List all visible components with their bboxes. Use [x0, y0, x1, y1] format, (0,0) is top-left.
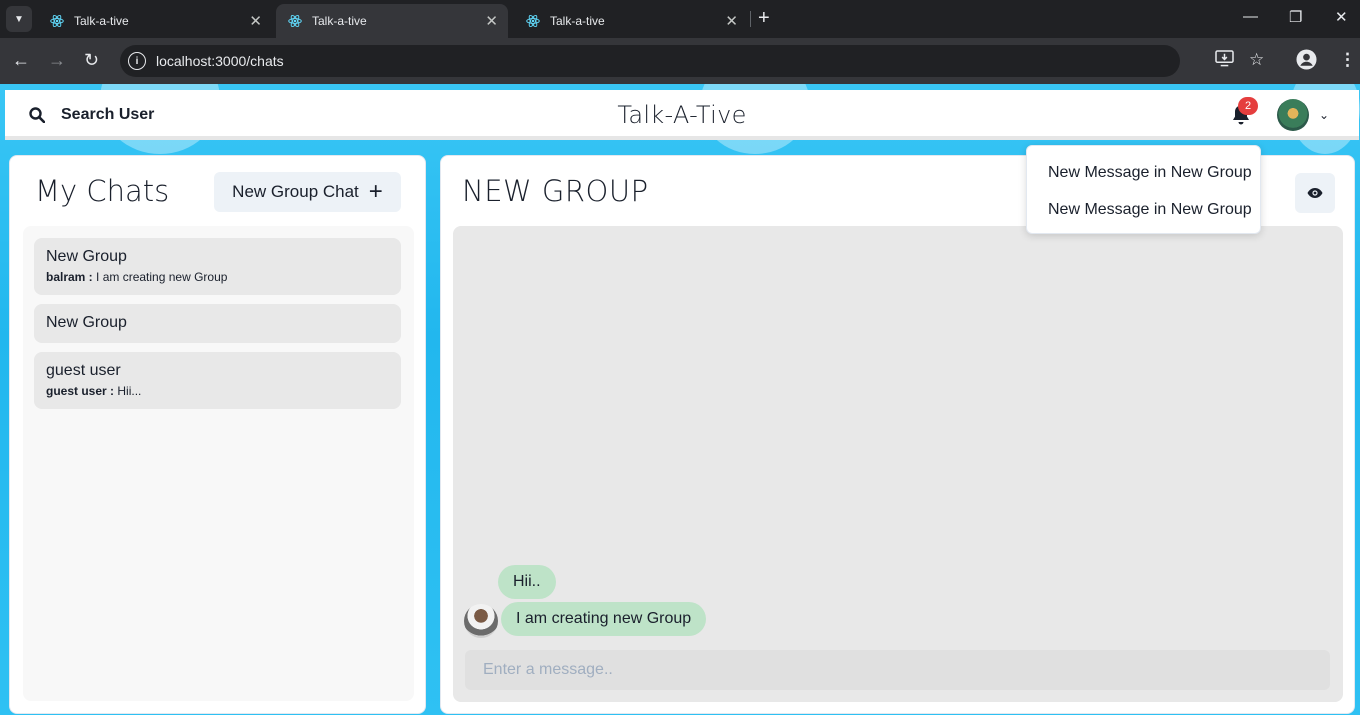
- close-tab-icon[interactable]: ✕: [725, 12, 738, 30]
- new-group-chat-button[interactable]: New Group Chat +: [214, 172, 401, 212]
- notification-badge: 2: [1238, 97, 1258, 115]
- message-input[interactable]: [465, 650, 1330, 690]
- chevron-down-icon: ⌄: [1319, 108, 1330, 122]
- browser-tab-2[interactable]: Talk-a-tive ✕: [276, 4, 508, 38]
- profile-menu-button[interactable]: ⌄: [1277, 98, 1341, 132]
- my-chats-title: My Chats: [35, 174, 170, 208]
- window-close-icon[interactable]: ✕: [1335, 8, 1348, 26]
- latest-text: I am creating new Group: [96, 270, 228, 284]
- chat-latest-message: balram : I am creating new Group: [46, 270, 389, 284]
- message-bubble: I am creating new Group: [501, 602, 707, 636]
- avatar: [1277, 99, 1309, 131]
- tab-search-chevron-icon[interactable]: ▼: [6, 6, 32, 32]
- react-favicon-icon: [526, 14, 540, 28]
- my-chats-panel: My Chats New Group Chat + New Group balr…: [9, 155, 426, 714]
- chat-name: New Group: [46, 314, 127, 331]
- notification-menu: New Message in New Group New Message in …: [1026, 145, 1261, 234]
- reload-icon[interactable]: ↻: [84, 50, 99, 71]
- message-bubble: Hii..: [498, 565, 556, 599]
- restore-icon[interactable]: ❐: [1289, 8, 1302, 26]
- browser-tab-1[interactable]: Talk-a-tive ✕: [38, 4, 272, 38]
- site-info-icon[interactable]: i: [128, 52, 146, 70]
- plus-icon: +: [368, 178, 383, 205]
- profile-icon[interactable]: [1296, 49, 1317, 70]
- close-tab-icon[interactable]: ✕: [249, 12, 262, 30]
- browser-menu-icon[interactable]: ⋮: [1339, 50, 1356, 70]
- app-title: Talk-A-Tive: [617, 101, 747, 129]
- chat-list-item[interactable]: guest user guest user : Hii...: [34, 352, 401, 409]
- chat-list-item[interactable]: New Group: [34, 304, 401, 343]
- close-tab-icon[interactable]: ✕: [485, 12, 498, 30]
- tab-divider: [750, 11, 751, 27]
- sender-avatar[interactable]: [464, 604, 498, 638]
- react-favicon-icon: [50, 14, 64, 28]
- chat-list-item[interactable]: New Group balram : I am creating new Gro…: [34, 238, 401, 295]
- top-navbar: Search User Talk-A-Tive 2 ⌄: [5, 90, 1359, 140]
- browser-tab-3[interactable]: Talk-a-tive ✕: [514, 4, 748, 38]
- chat-box-panel: NEW GROUP Hii.. I am creating new Group: [440, 155, 1355, 714]
- chat-latest-message: guest user : Hii...: [46, 384, 389, 398]
- tab-title: Talk-a-tive: [74, 14, 129, 28]
- browser-tab-bar: ▼ Talk-a-tive ✕ Talk-a-tive ✕ Talk-a-tiv…: [0, 0, 1360, 38]
- bookmark-star-icon[interactable]: ☆: [1249, 50, 1264, 70]
- chat-list: New Group balram : I am creating new Gro…: [23, 226, 414, 701]
- chat-name: guest user: [46, 362, 121, 379]
- react-favicon-icon: [288, 14, 302, 28]
- minimize-icon[interactable]: —: [1243, 8, 1258, 25]
- latest-sender: balram :: [46, 270, 93, 284]
- chat-name: New Group: [46, 248, 127, 265]
- messages-area: Hii.. I am creating new Group: [453, 226, 1343, 702]
- install-app-icon[interactable]: [1215, 50, 1234, 67]
- tab-title: Talk-a-tive: [312, 14, 367, 28]
- address-bar[interactable]: i localhost:3000/chats: [120, 45, 1180, 77]
- notification-item[interactable]: New Message in New Group: [1027, 191, 1260, 228]
- browser-toolbar: ← → ↻ i localhost:3000/chats ☆ ⋮: [0, 38, 1360, 84]
- eye-icon: [1307, 188, 1323, 198]
- view-group-button[interactable]: [1295, 173, 1335, 213]
- back-icon[interactable]: ←: [12, 50, 30, 71]
- tab-title: Talk-a-tive: [550, 14, 605, 28]
- new-group-chat-label: New Group Chat: [232, 182, 359, 201]
- notification-item[interactable]: New Message in New Group: [1027, 154, 1260, 191]
- forward-icon[interactable]: →: [48, 50, 66, 71]
- new-tab-icon[interactable]: +: [758, 7, 770, 30]
- address-url[interactable]: localhost:3000/chats: [156, 53, 284, 69]
- chat-title: NEW GROUP: [462, 174, 649, 208]
- latest-text: Hii...: [117, 384, 142, 398]
- latest-sender: guest user :: [46, 384, 115, 398]
